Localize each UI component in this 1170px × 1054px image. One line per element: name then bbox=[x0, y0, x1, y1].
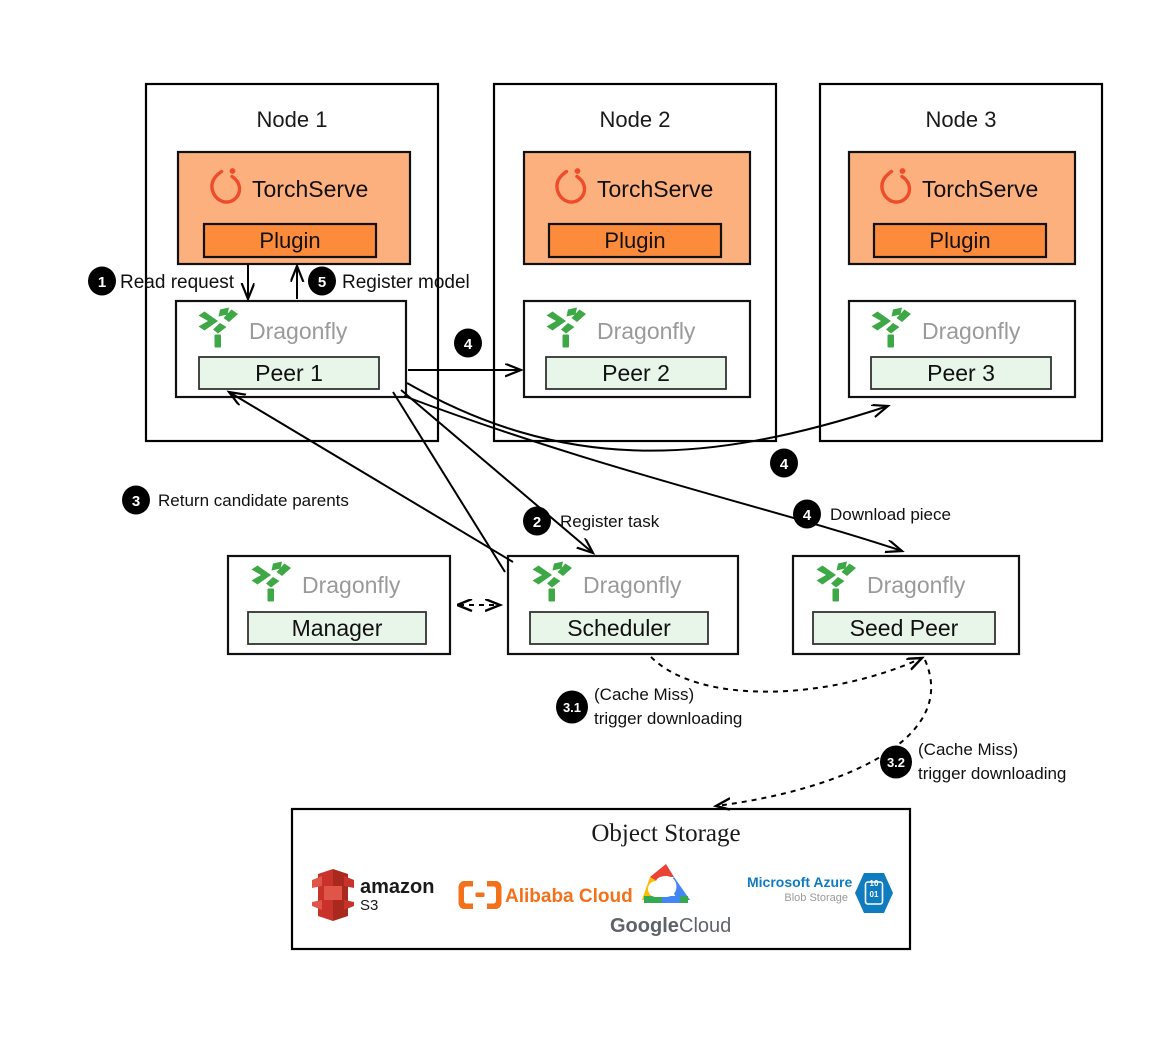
badge-5-number: 5 bbox=[318, 274, 326, 291]
step-4-label: Download piece bbox=[830, 505, 951, 524]
node-1: Node 1 TorchServe Plugin Dragonfly Peer … bbox=[144, 82, 440, 443]
node-2-dragonfly-label: Dragonfly bbox=[597, 318, 696, 344]
azure-sublabel: Blob Storage bbox=[784, 892, 848, 904]
node-2-plugin-label: Plugin bbox=[604, 228, 665, 253]
node-3: Node 3 TorchServe Plugin Dragonfly Peer … bbox=[818, 82, 1104, 443]
node-1-torchserve: TorchServe Plugin bbox=[176, 150, 412, 266]
architecture-diagram: Node 1 TorchServe Plugin Dragonfly Peer … bbox=[88, 82, 1104, 951]
dragonfly-manager: Dragonfly Manager bbox=[226, 554, 452, 656]
step-badge-4-peer3: 4 bbox=[770, 448, 798, 478]
node-3-torchserve-label: TorchServe bbox=[922, 176, 1038, 202]
node-1-dragonfly: Dragonfly Peer 1 bbox=[174, 299, 408, 399]
azure-badge-bottom: 01 bbox=[870, 890, 879, 899]
badge-4c-number: 4 bbox=[803, 507, 812, 524]
step-badge-3-2: 3.2 (Cache Miss) trigger downloading bbox=[880, 740, 1066, 783]
badge-4a-number: 4 bbox=[464, 336, 473, 353]
node-2-dragonfly: Dragonfly Peer 2 bbox=[522, 299, 752, 399]
node-3-peer-label: Peer 3 bbox=[927, 360, 995, 386]
manager-label: Manager bbox=[292, 615, 383, 641]
step-2-label: Register task bbox=[560, 512, 660, 531]
amazon-s3-icon bbox=[312, 869, 354, 921]
node-2-torchserve: TorchServe Plugin bbox=[522, 150, 752, 266]
badge-4b-number: 4 bbox=[780, 456, 789, 473]
step-3-1-label-line2: trigger downloading bbox=[594, 709, 742, 728]
node-3-dragonfly: Dragonfly Peer 3 bbox=[847, 299, 1077, 399]
node-1-title: Node 1 bbox=[257, 107, 328, 132]
step-3-2-label-line1: (Cache Miss) bbox=[918, 740, 1018, 759]
node-3-dragonfly-label: Dragonfly bbox=[922, 318, 1021, 344]
azure-badge-top: 10 bbox=[870, 879, 879, 888]
node-2-title: Node 2 bbox=[600, 107, 671, 132]
step-badge-4-peer2: 4 bbox=[454, 328, 482, 358]
node-2-peer-label: Peer 2 bbox=[602, 360, 670, 386]
step-1-label: Read request bbox=[120, 272, 235, 293]
azure-label: Microsoft Azure bbox=[747, 874, 852, 890]
badge-3-2-number: 3.2 bbox=[887, 755, 905, 770]
node-3-title: Node 3 bbox=[926, 107, 997, 132]
amazon-label: amazon bbox=[360, 876, 434, 898]
step-5-label: Register model bbox=[342, 272, 470, 293]
object-storage: Object Storage amazon S3 Alibaba Cloud G… bbox=[290, 807, 912, 951]
step-3-1-label-line1: (Cache Miss) bbox=[594, 685, 694, 704]
dragonfly-scheduler: Dragonfly Scheduler bbox=[506, 554, 740, 656]
step-badge-3-1: 3.1 (Cache Miss) trigger downloading bbox=[556, 685, 742, 728]
seed-peer-label: Seed Peer bbox=[850, 615, 959, 641]
node-1-dragonfly-label: Dragonfly bbox=[249, 318, 348, 344]
google-label: Google bbox=[610, 915, 679, 937]
step-3-2-label-line2: trigger downloading bbox=[918, 764, 1066, 783]
node-1-peer-label: Peer 1 bbox=[255, 360, 323, 386]
badge-1-number: 1 bbox=[98, 274, 106, 291]
node-2: Node 2 TorchServe Plugin Dragonfly Peer … bbox=[492, 82, 778, 443]
step-3-label: Return candidate parents bbox=[158, 491, 349, 510]
node-3-plugin-label: Plugin bbox=[929, 228, 990, 253]
node-3-torchserve: TorchServe Plugin bbox=[847, 150, 1077, 266]
scheduler-dragonfly-label: Dragonfly bbox=[583, 572, 682, 598]
dragonfly-seed-peer: Dragonfly Seed Peer bbox=[791, 554, 1021, 656]
seed-peer-dragonfly-label: Dragonfly bbox=[867, 572, 966, 598]
node-1-torchserve-label: TorchServe bbox=[252, 176, 368, 202]
connector-peer1-line bbox=[392, 391, 506, 573]
badge-3-1-number: 3.1 bbox=[563, 700, 581, 715]
connector-cache-miss-object-storage bbox=[716, 659, 933, 806]
amazon-s3-sublabel: S3 bbox=[360, 897, 378, 914]
step-badge-3: 3 Return candidate parents bbox=[122, 485, 349, 515]
badge-3-number: 3 bbox=[132, 493, 140, 510]
node-1-plugin-label: Plugin bbox=[259, 228, 320, 253]
object-storage-title: Object Storage bbox=[591, 820, 740, 847]
node-2-torchserve-label: TorchServe bbox=[597, 176, 713, 202]
step-badge-2: 2 Register task bbox=[523, 506, 660, 536]
step-badge-4-download: 4 Download piece bbox=[793, 499, 951, 529]
manager-dragonfly-label: Dragonfly bbox=[302, 572, 401, 598]
google-cloud-label: Cloud bbox=[679, 915, 731, 937]
scheduler-label: Scheduler bbox=[567, 615, 671, 641]
badge-2-number: 2 bbox=[533, 514, 541, 531]
alibaba-label: Alibaba Cloud bbox=[505, 886, 633, 907]
